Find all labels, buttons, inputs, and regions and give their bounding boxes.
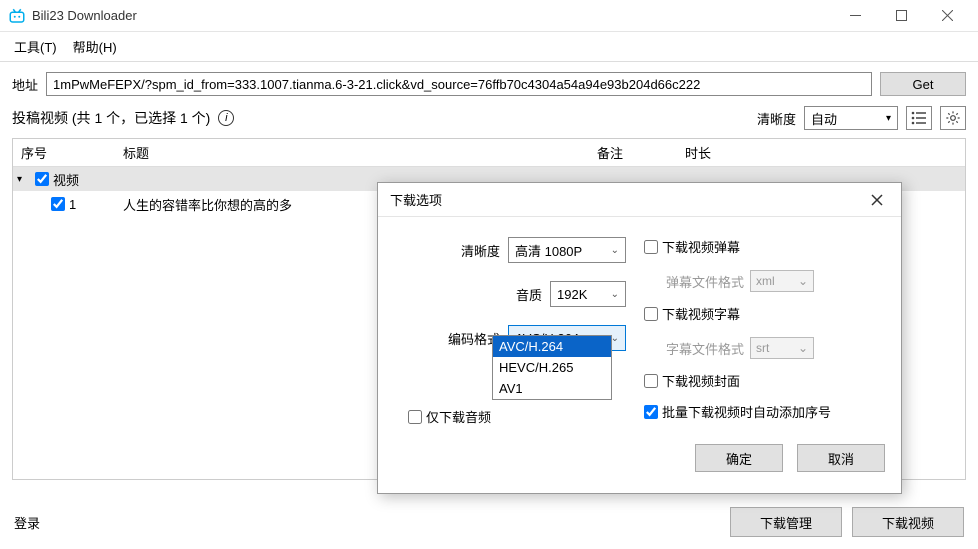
maximize-button[interactable] (878, 0, 924, 32)
danmaku-format-select: xml⌄ (750, 270, 814, 292)
address-input[interactable] (46, 72, 872, 96)
download-options-dialog: 下载选项 清晰度 高清 1080P ⌄ 音质 192K ⌄ 编码格式 (377, 182, 902, 494)
chevron-down-icon: ⌄ (611, 289, 619, 300)
dialog-audio-label: 音质 (516, 285, 542, 304)
settings-button[interactable] (940, 106, 966, 130)
col-header-title[interactable]: 标题 (123, 143, 597, 162)
cancel-button[interactable]: 取消 (797, 444, 885, 472)
only-audio-label: 仅下载音频 (426, 407, 491, 426)
address-label: 地址 (12, 75, 38, 94)
codec-option-avc[interactable]: AVC/H.264 (493, 336, 611, 357)
chevron-down-icon: ▾ (886, 113, 891, 124)
get-button[interactable]: Get (880, 72, 966, 96)
dialog-close-button[interactable] (865, 188, 889, 212)
download-danmaku-checkbox[interactable] (644, 240, 658, 254)
subtitle-format-select: srt⌄ (750, 337, 814, 359)
group-checkbox[interactable] (35, 172, 49, 186)
dialog-clarity-select[interactable]: 高清 1080P ⌄ (508, 237, 626, 263)
dialog-clarity-value: 高清 1080P (515, 241, 582, 260)
col-header-index[interactable]: 序号 (13, 143, 123, 162)
download-cover-checkbox[interactable] (644, 374, 658, 388)
download-subtitle-label: 下载视频字幕 (662, 304, 740, 323)
app-title: Bili23 Downloader (32, 8, 832, 23)
download-danmaku-label: 下载视频弹幕 (662, 237, 740, 256)
download-video-button[interactable]: 下载视频 (852, 507, 964, 537)
auto-index-checkbox[interactable] (644, 405, 658, 419)
clarity-select[interactable]: 自动 ▾ (804, 106, 898, 130)
subtitle-format-label: 字幕文件格式 (666, 339, 744, 358)
menu-tools[interactable]: 工具(T) (6, 34, 65, 59)
dialog-clarity-label: 清晰度 (461, 241, 500, 260)
dialog-audio-value: 192K (557, 287, 587, 302)
minimize-button[interactable] (832, 0, 878, 32)
menu-help[interactable]: 帮助(H) (65, 34, 125, 59)
chevron-down-icon[interactable]: ▾ (17, 174, 31, 185)
only-audio-checkbox[interactable] (408, 410, 422, 424)
close-button[interactable] (924, 0, 970, 32)
codec-option-hevc[interactable]: HEVC/H.265 (493, 357, 611, 378)
app-logo-icon (8, 7, 26, 25)
ok-button[interactable]: 确定 (695, 444, 783, 472)
codec-dropdown[interactable]: AVC/H.264 HEVC/H.265 AV1 (492, 335, 612, 400)
login-link[interactable]: 登录 (14, 513, 40, 532)
danmaku-format-label: 弹幕文件格式 (666, 272, 744, 291)
info-icon[interactable]: i (218, 110, 234, 126)
col-header-note[interactable]: 备注 (597, 143, 685, 162)
download-manage-button[interactable]: 下载管理 (730, 507, 842, 537)
list-view-button[interactable] (906, 106, 932, 130)
clarity-label: 清晰度 (757, 109, 796, 128)
download-cover-label: 下载视频封面 (662, 371, 740, 390)
auto-index-label: 批量下载视频时自动添加序号 (662, 402, 831, 421)
codec-option-av1[interactable]: AV1 (493, 378, 611, 399)
row-index: 1 (69, 197, 76, 212)
col-header-duration[interactable]: 时长 (685, 143, 965, 162)
group-label: 视频 (53, 170, 79, 189)
summary-text: 投稿视频 (共 1 个，已选择 1 个) (12, 108, 210, 128)
download-subtitle-checkbox[interactable] (644, 307, 658, 321)
clarity-value: 自动 (811, 109, 837, 128)
dialog-audio-select[interactable]: 192K ⌄ (550, 281, 626, 307)
dialog-title: 下载选项 (390, 190, 865, 209)
row-checkbox[interactable] (51, 197, 65, 211)
chevron-down-icon: ⌄ (611, 245, 619, 256)
